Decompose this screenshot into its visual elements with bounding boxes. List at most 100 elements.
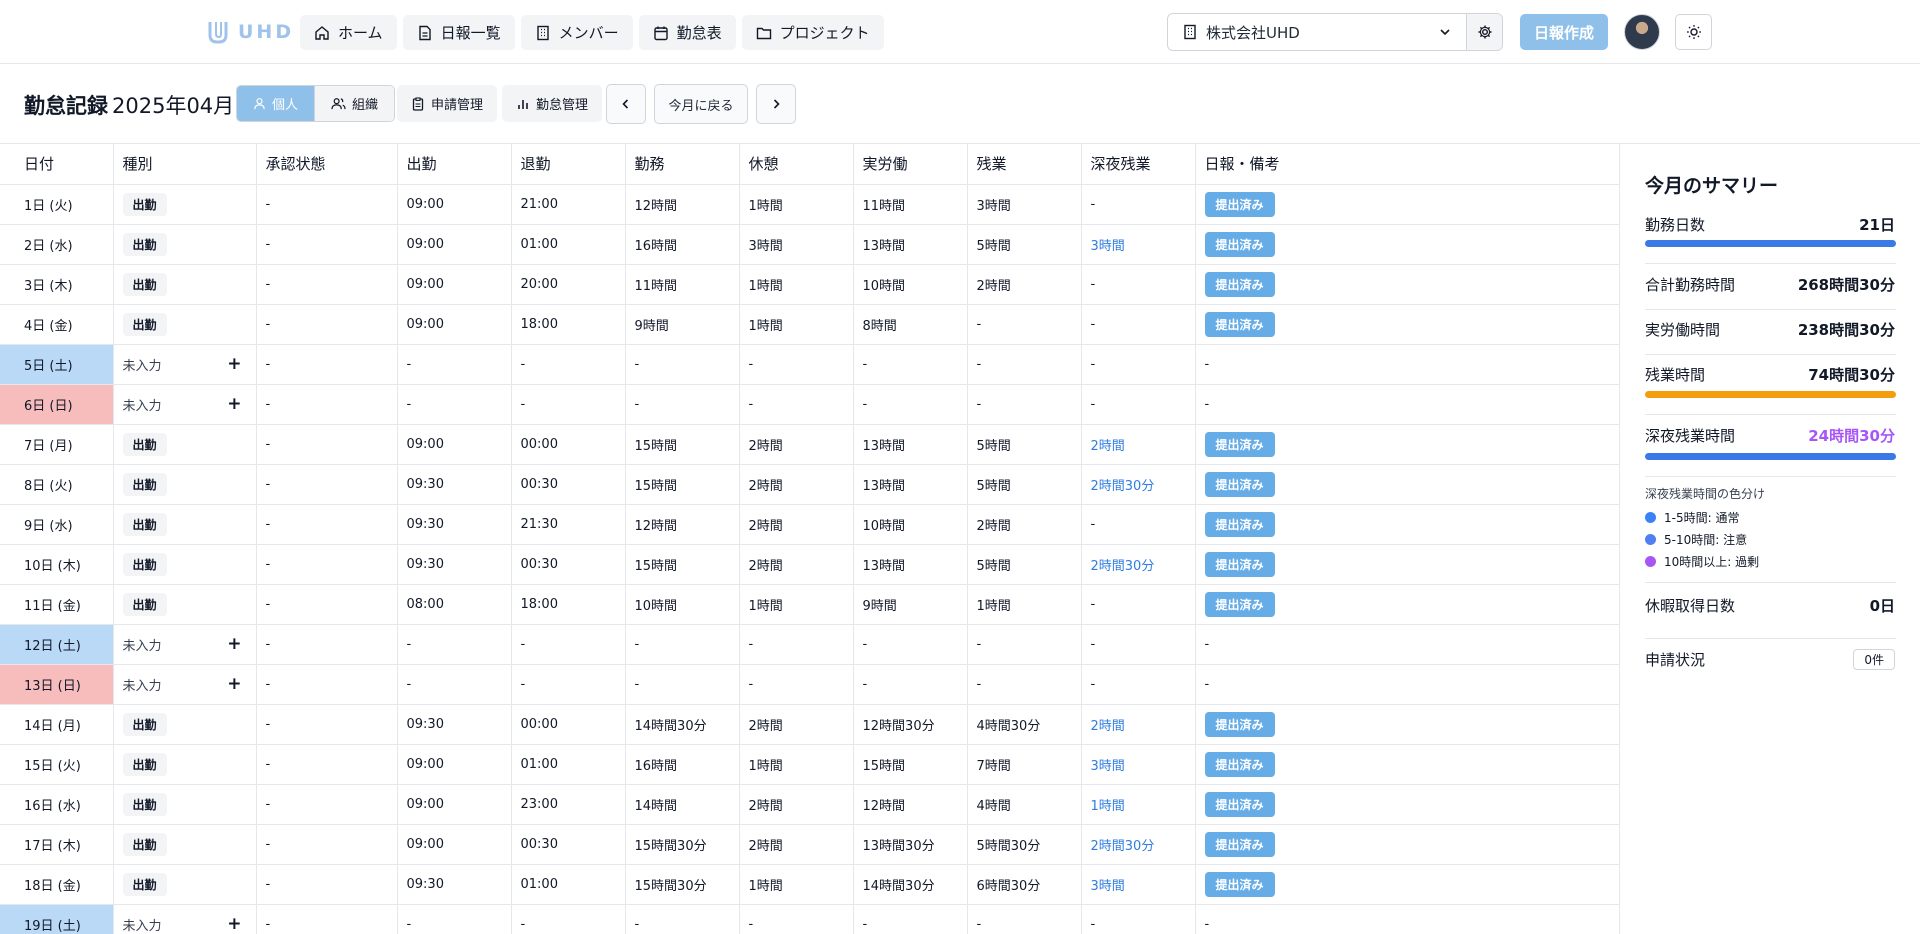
- table-row[interactable]: 9日 (水) 出勤 -09:30 21:30 12時間 2時間 10時間 2時間 - 提出済み: [0, 504, 1619, 545]
- in-cell: 08:00: [397, 584, 512, 625]
- overtime-cell: 4時間: [967, 784, 1082, 825]
- table-row[interactable]: 7日 (月) 出勤 -09:00 00:00 15時間 2時間 13時間 5時間 2時間 提出済み: [0, 424, 1619, 465]
- report-status-badge[interactable]: 提出済み: [1204, 231, 1275, 257]
- logo-icon: [208, 22, 228, 44]
- company-settings-button[interactable]: [1466, 14, 1502, 50]
- table-row[interactable]: 6日 (日) 未入力 + - - - - - - - - -: [0, 384, 1619, 425]
- current-month-button[interactable]: 今月に戻る: [654, 84, 748, 124]
- nav-members-label: メンバー: [558, 24, 619, 42]
- actual-cell: -: [853, 624, 968, 665]
- nav-members[interactable]: メンバー: [520, 15, 633, 50]
- date-cell: 16日 (水): [0, 784, 114, 825]
- attendance-management-button[interactable]: 勤怠管理: [502, 85, 603, 122]
- app-logo[interactable]: UHD: [206, 18, 294, 46]
- report-status-badge[interactable]: 提出済み: [1204, 551, 1275, 577]
- date-cell: 14日 (月): [0, 704, 114, 745]
- actual-cell: 13時間: [853, 464, 968, 505]
- nav-reports[interactable]: 日報一覧: [402, 15, 515, 50]
- report-status-badge[interactable]: 提出済み: [1204, 751, 1275, 777]
- in-cell: 09:00: [397, 184, 512, 225]
- work-cell: 9時間: [625, 304, 740, 345]
- legend-item-normal: 1-5時間: 通常: [1645, 509, 1739, 526]
- actual-cell: -: [853, 384, 968, 425]
- view-org-label: 組織: [352, 98, 379, 113]
- report-status-badge[interactable]: 提出済み: [1204, 711, 1275, 737]
- overtime-row: 残業時間 74時間30分: [1645, 364, 1895, 385]
- table-row[interactable]: 11日 (金) 出勤 -08:00 18:00 10時間 1時間 9時間 1時間 - 提出済み: [0, 584, 1619, 625]
- table-row[interactable]: 3日 (木) 出勤 -09:00 20:00 11時間 1時間 10時間 2時間 - 提出済み: [0, 264, 1619, 305]
- table-row[interactable]: 14日 (月) 出勤 -09:30 00:00 14時間30分 2時間 12時間30分 4時間…: [0, 704, 1619, 745]
- report-status-badge[interactable]: 提出済み: [1204, 591, 1275, 617]
- report-status-badge[interactable]: 提出済み: [1204, 871, 1275, 897]
- create-report-button[interactable]: 日報作成: [1520, 14, 1608, 50]
- in-cell: 09:00: [397, 264, 512, 305]
- add-entry-button[interactable]: +: [227, 394, 241, 414]
- night-overtime-value: 24時間30分: [1808, 427, 1895, 445]
- report-status-badge[interactable]: 提出済み: [1204, 431, 1275, 457]
- report-status-badge[interactable]: 提出済み: [1204, 311, 1275, 337]
- report-status-badge[interactable]: 提出済み: [1204, 511, 1275, 537]
- night-cell: 2時間: [1081, 424, 1196, 465]
- night-overtime-bar: [1645, 453, 1896, 460]
- report-cell: 提出済み: [1195, 264, 1619, 305]
- view-org-button[interactable]: 組織: [314, 86, 395, 121]
- approval-cell: -: [256, 544, 398, 585]
- table-row[interactable]: 17日 (木) 出勤 -09:00 00:30 15時間30分 2時間 13時間30分 5時間…: [0, 824, 1619, 865]
- table-row[interactable]: 15日 (火) 出勤 -09:00 01:00 16時間 1時間 15時間 7時間 3時間 提出済…: [0, 744, 1619, 785]
- table-row[interactable]: 16日 (水) 出勤 -09:00 23:00 14時間 2時間 12時間 4時間 1時間 提出済…: [0, 784, 1619, 825]
- table-row[interactable]: 5日 (土) 未入力 + - - - - - - - - -: [0, 344, 1619, 385]
- request-count-badge[interactable]: 0件: [1853, 649, 1895, 670]
- report-cell: -: [1195, 904, 1619, 934]
- nav-home[interactable]: ホーム: [300, 15, 397, 50]
- report-status-badge[interactable]: 提出済み: [1204, 831, 1275, 857]
- out-cell: 21:30: [511, 504, 626, 545]
- table-row[interactable]: 13日 (日) 未入力 + - - - - - - - - -: [0, 664, 1619, 705]
- nav-projects[interactable]: プロジェクト: [741, 15, 884, 50]
- table-row[interactable]: 2日 (水) 出勤 -09:00 01:00 16時間 3時間 13時間 5時間 3時間 提出済み: [0, 224, 1619, 265]
- overtime-cell: -: [967, 344, 1082, 385]
- request-management-button[interactable]: 申請管理: [397, 85, 498, 122]
- company-select[interactable]: 株式会社UHD: [1168, 14, 1466, 50]
- prev-month-button[interactable]: [606, 84, 646, 124]
- overtime-cell: -: [967, 304, 1082, 345]
- overtime-bar: [1645, 391, 1896, 398]
- out-cell: 00:00: [511, 704, 626, 745]
- overtime-cell: -: [967, 624, 1082, 665]
- work-cell: 15時間30分: [625, 824, 740, 865]
- table-row[interactable]: 8日 (火) 出勤 -09:30 00:30 15時間 2時間 13時間 5時間 2時間30分提…: [0, 464, 1619, 505]
- chevron-right-icon: [773, 99, 780, 109]
- work-cell: 14時間30分: [625, 704, 740, 745]
- night-cell: 2時間: [1081, 704, 1196, 745]
- work-cell: -: [625, 664, 740, 705]
- table-row[interactable]: 18日 (金) 出勤 -09:30 01:00 15時間30分 1時間 14時間30分 6時間…: [0, 864, 1619, 905]
- table-row[interactable]: 19日 (土) 未入力 + - - - - - - - - -: [0, 904, 1619, 934]
- table-row[interactable]: 10日 (木) 出勤 -09:30 00:30 15時間 2時間 13時間 5時間 2時間30分…: [0, 544, 1619, 585]
- out-cell: 18:00: [511, 304, 626, 345]
- add-entry-button[interactable]: +: [227, 354, 241, 374]
- table-row[interactable]: 1日 (火) 出勤 -09:00 21:00 12時間 1時間 11時間 3時間 - 提出済み: [0, 184, 1619, 225]
- actual-hours-row: 実労働時間 238時間30分: [1645, 319, 1895, 340]
- add-entry-button[interactable]: +: [227, 914, 241, 934]
- report-status-badge[interactable]: 提出済み: [1204, 191, 1275, 217]
- report-status-badge[interactable]: 提出済み: [1204, 791, 1275, 817]
- actual-cell: 13時間30分: [853, 824, 968, 865]
- type-badge: 出勤: [122, 472, 167, 496]
- table-row[interactable]: 4日 (金) 出勤 -09:00 18:00 9時間 1時間 8時間 - - 提出済み: [0, 304, 1619, 345]
- view-personal-button[interactable]: 個人: [237, 86, 315, 121]
- type-badge: 出勤: [122, 272, 167, 296]
- theme-toggle-button[interactable]: [1675, 14, 1712, 50]
- add-entry-button[interactable]: +: [227, 634, 241, 654]
- nav-attendance[interactable]: 勤怠表: [638, 15, 736, 50]
- report-status-badge[interactable]: 提出済み: [1204, 471, 1275, 497]
- table-row[interactable]: 12日 (土) 未入力 + - - - - - - - - -: [0, 624, 1619, 665]
- approval-cell: -: [256, 904, 398, 934]
- gear-icon: [1478, 25, 1491, 39]
- type-cell: 未入力 +: [113, 904, 257, 934]
- next-month-button[interactable]: [756, 84, 796, 124]
- nav-attendance-label: 勤怠表: [676, 24, 722, 42]
- avatar[interactable]: [1624, 14, 1660, 50]
- report-status-badge[interactable]: 提出済み: [1204, 271, 1275, 297]
- overtime-cell: -: [967, 664, 1082, 705]
- report-cell: 提出済み: [1195, 744, 1619, 785]
- add-entry-button[interactable]: +: [227, 674, 241, 694]
